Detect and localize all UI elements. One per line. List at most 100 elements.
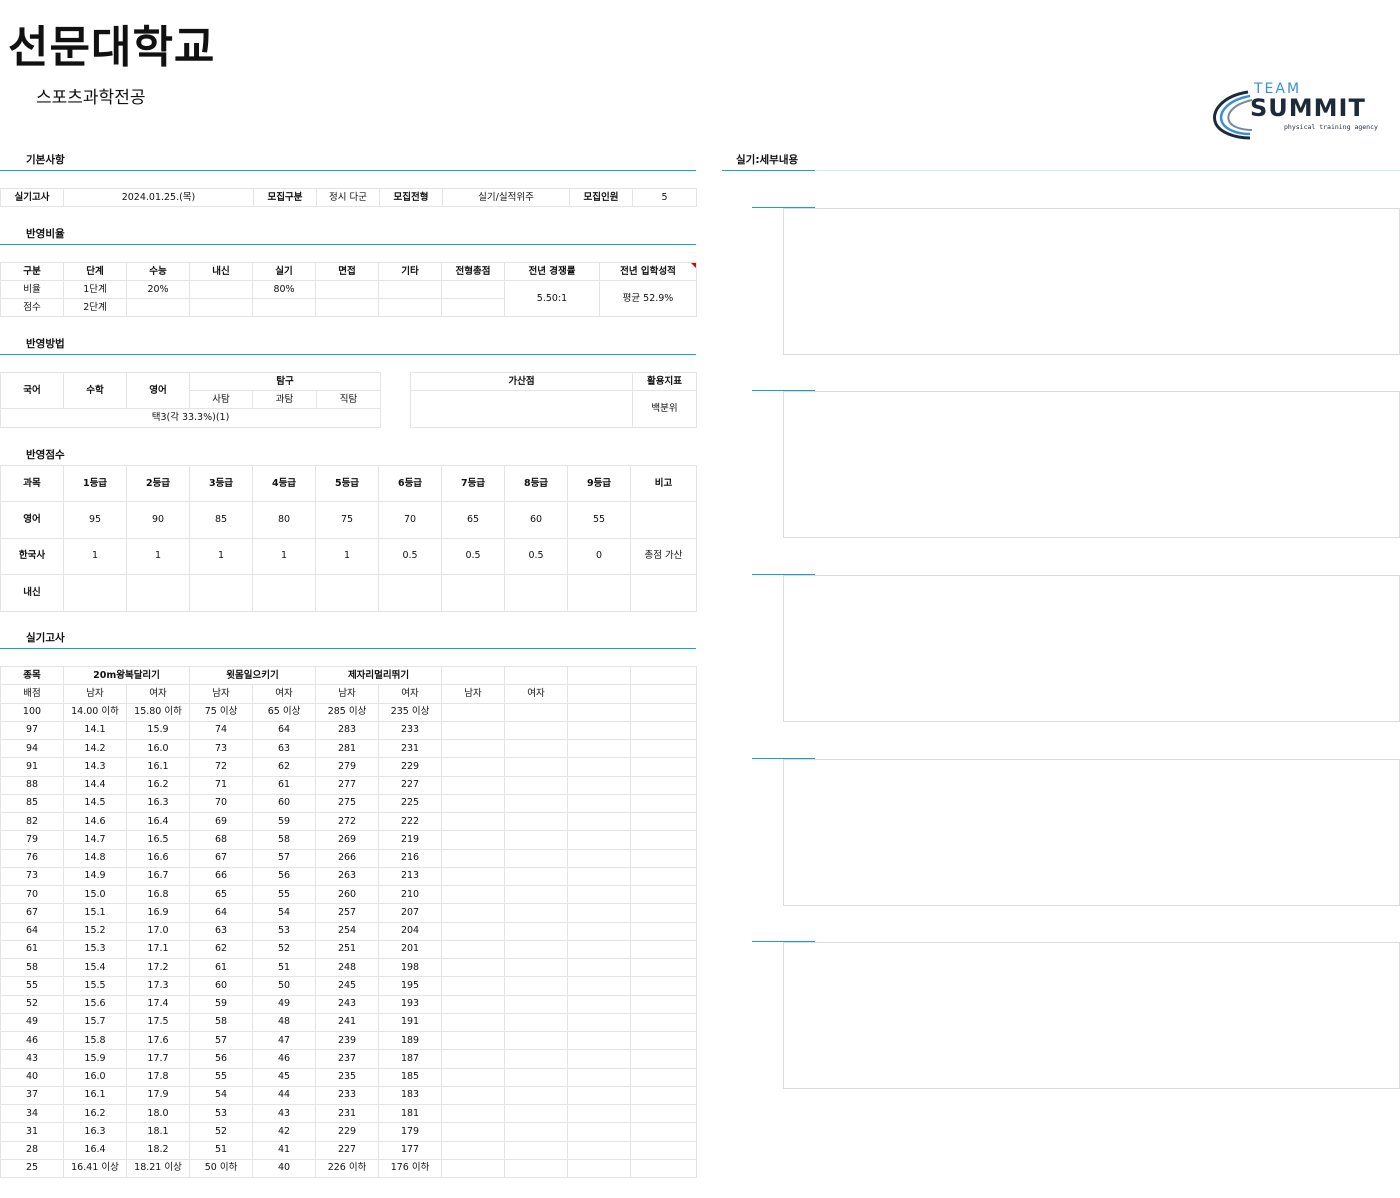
score-cell (630, 501, 697, 539)
practical-event-row: 종목 20m왕복달리기 윗몸일으키기 제자리멀리뛰기 (0, 665, 698, 686)
practical-empty-cell (504, 1122, 569, 1142)
practical-cell: 70 (189, 793, 254, 814)
ratio-cell: 2단계 (63, 298, 127, 317)
score-header: 3등급 (189, 465, 253, 502)
logo-tagline-text: physical training agency (1284, 123, 1378, 131)
practical-cell: 227 (315, 1140, 380, 1160)
section-practical-title: 실기고사 (26, 632, 65, 644)
practical-row: 76 14.8 16.6 67 57 266 216 (0, 848, 698, 868)
practical-empty-cell (441, 976, 506, 996)
quota-label: 모집인원 (569, 188, 633, 207)
practical-points: 85 (0, 793, 64, 814)
section-score-title: 반영점수 (26, 449, 65, 461)
practical-cell: 213 (378, 866, 443, 887)
practical-cell: 235 (315, 1067, 380, 1087)
practical-cell: 60 (252, 793, 317, 814)
practical-cell: 16.2 (63, 1104, 127, 1124)
practical-points: 43 (0, 1049, 64, 1069)
practical-cell: 46 (252, 1049, 317, 1069)
practical-cell: 52 (252, 939, 317, 960)
score-header: 2등급 (126, 465, 190, 502)
practical-event-name: 윗몸일으키기 (189, 665, 317, 686)
practical-gender: 남자 (315, 684, 380, 704)
score-header: 8등급 (504, 465, 568, 502)
section-detail-divider (722, 170, 1400, 171)
practical-empty-cell (441, 1158, 506, 1179)
practical-points: 70 (0, 885, 64, 905)
practical-empty-cell (441, 848, 506, 868)
practical-row: 40 16.0 17.8 55 45 235 185 (0, 1067, 698, 1087)
section-practical-divider (0, 648, 696, 649)
practical-row: 34 16.2 18.0 53 43 231 181 (0, 1104, 698, 1124)
ratio-cell (378, 298, 442, 317)
practical-empty-cell (504, 1085, 569, 1106)
practical-points: 73 (0, 866, 64, 887)
section-basic-divider (0, 170, 696, 171)
practical-cell: 49 (252, 994, 317, 1014)
practical-points: 58 (0, 958, 64, 978)
practical-empty-cell (441, 665, 506, 686)
practical-cell: 285 이상 (315, 702, 380, 722)
ratio-header-text: 전년 입학성적 (620, 265, 676, 277)
practical-empty-cell (504, 885, 569, 905)
practical-points: 37 (0, 1085, 64, 1106)
score-cell (126, 574, 190, 612)
practical-empty-cell (504, 866, 569, 887)
practical-row: 91 14.3 16.1 72 62 279 229 (0, 757, 698, 777)
practical-empty-cell (504, 793, 569, 814)
practical-cell: 204 (378, 921, 443, 941)
score-cell: 95 (63, 501, 127, 539)
practical-cell: 222 (378, 812, 443, 832)
score-cell: 총점 가산 (630, 537, 697, 575)
practical-gender: 여자 (378, 684, 443, 704)
practical-cell: 61 (252, 775, 317, 795)
practical-cell: 229 (378, 757, 443, 777)
method-english: 영어 (126, 372, 190, 409)
selection-value: 실기/실적위주 (442, 188, 570, 207)
ratio-cell (189, 280, 253, 299)
practical-row: 25 16.41 이상 18.21 이상 50 이하 40 226 이하 176 이하 (0, 1158, 698, 1179)
practical-empty-cell (504, 848, 569, 868)
practical-cell: 17.1 (125, 939, 191, 960)
practical-cell: 227 (378, 775, 443, 795)
practical-cell: 64 (252, 720, 317, 741)
score-subject: 내신 (0, 574, 64, 612)
practical-empty-cell (567, 1104, 632, 1124)
practical-empty-cell (504, 739, 569, 759)
practical-empty-cell (567, 939, 632, 960)
score-header: 1등급 (63, 465, 127, 502)
section-ratio-title: 반영비율 (26, 228, 65, 240)
practical-empty-cell (630, 848, 698, 868)
score-cell (63, 574, 127, 612)
practical-cell: 72 (189, 757, 254, 777)
practical-cell: 58 (252, 830, 317, 850)
practical-empty-cell (567, 1012, 632, 1033)
practical-cell: 18.1 (125, 1122, 191, 1142)
quota-value: 5 (632, 188, 697, 207)
score-header: 과목 (0, 465, 64, 502)
practical-empty-cell (441, 1049, 506, 1069)
ratio-table: 구분 단계 수능 내신 실기 면접 기타 전형총점 전년 경쟁률 전년 입학성적… (0, 262, 697, 317)
practical-cell: 45 (252, 1067, 317, 1087)
practical-cell: 17.2 (125, 958, 191, 978)
practical-points: 67 (0, 903, 64, 923)
detail-box (783, 391, 1400, 538)
practical-row: 55 15.5 17.3 60 50 245 195 (0, 976, 698, 996)
practical-cell: 73 (189, 739, 254, 759)
practical-empty-cell (630, 757, 698, 777)
practical-cell: 16.5 (125, 830, 191, 850)
practical-cell: 43 (252, 1104, 317, 1124)
practical-cell: 41 (252, 1140, 317, 1160)
practical-cell: 207 (378, 903, 443, 923)
practical-points: 46 (0, 1031, 64, 1051)
practical-cell: 195 (378, 976, 443, 996)
practical-cell: 245 (315, 976, 380, 996)
score-cell: 65 (441, 501, 505, 539)
practical-cell: 185 (378, 1067, 443, 1087)
exam-date-value: 2024.01.25.(목) (63, 188, 254, 207)
practical-row: 64 15.2 17.0 63 53 254 204 (0, 921, 698, 941)
practical-cell: 16.3 (125, 793, 191, 814)
score-cell: 90 (126, 501, 190, 539)
practical-empty-cell (630, 793, 698, 814)
practical-row: 70 15.0 16.8 65 55 260 210 (0, 885, 698, 905)
